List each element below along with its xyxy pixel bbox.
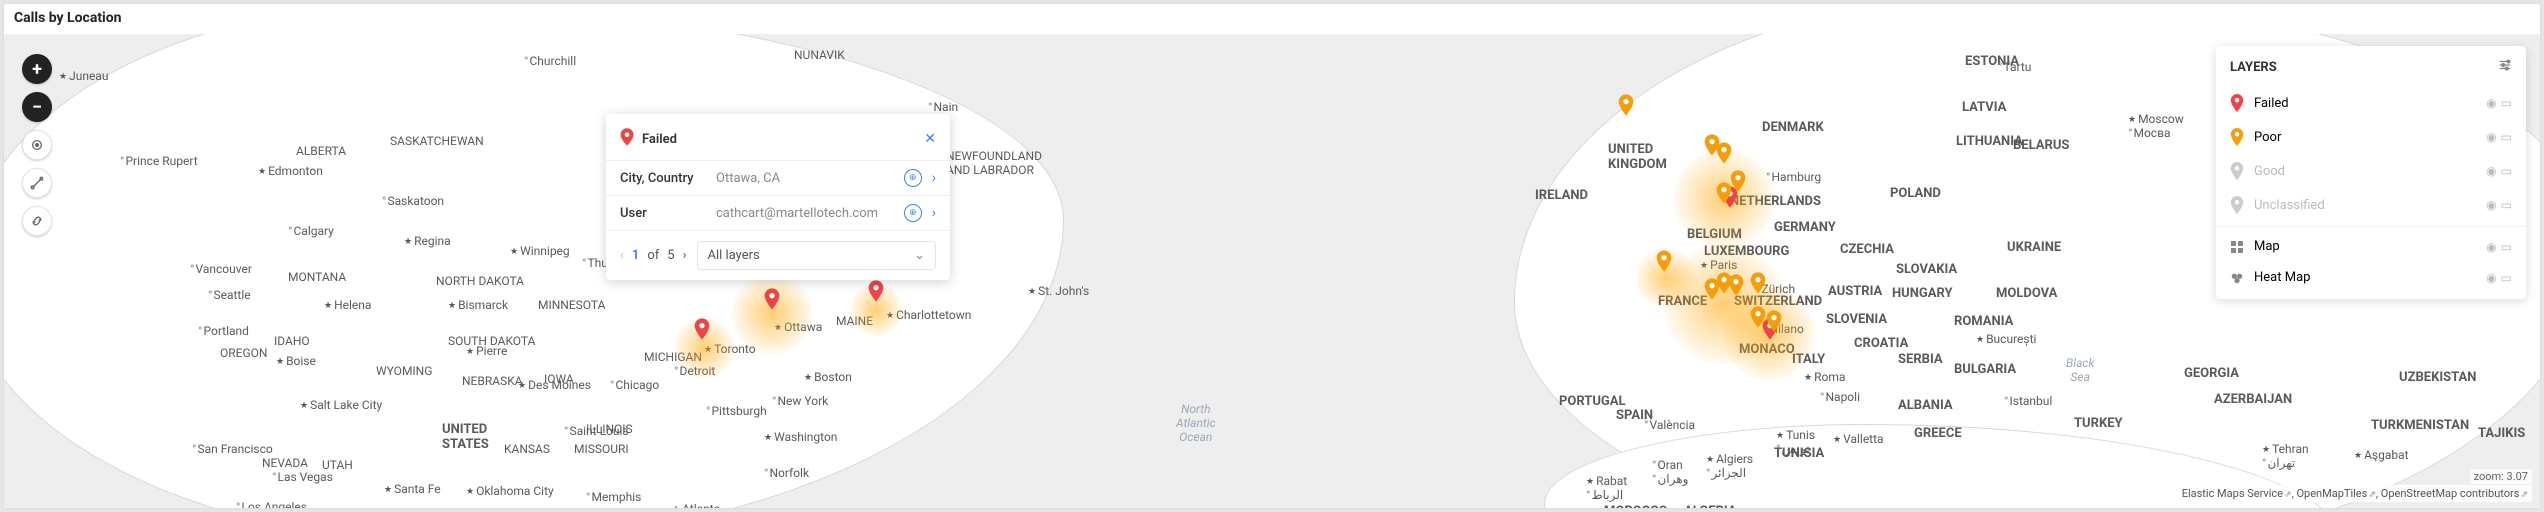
map-marker[interactable] bbox=[1750, 272, 1766, 294]
panel-title: Calls by Location bbox=[14, 10, 122, 26]
layer-visibility-toggle[interactable]: ◉ bbox=[2486, 271, 2496, 285]
map-marker[interactable] bbox=[764, 288, 780, 310]
map-marker[interactable] bbox=[1728, 274, 1744, 296]
filter-for-value-button[interactable]: ⊕ bbox=[904, 204, 922, 222]
layer-edit-button[interactable]: ▭ bbox=[2501, 96, 2512, 110]
expand-city-button[interactable]: › bbox=[932, 170, 936, 186]
popup-row-value: cathcart@martellotech.com bbox=[716, 206, 904, 221]
sea-label: NorthAtlanticOcean bbox=[1176, 402, 1216, 444]
layer-edit-button[interactable]: ▭ bbox=[2501, 130, 2512, 144]
pager-total: 5 bbox=[667, 248, 674, 263]
layers-title: LAYERS bbox=[2230, 60, 2277, 75]
popup-close-button[interactable]: ✕ bbox=[924, 131, 936, 147]
layer-visibility-toggle[interactable]: ◉ bbox=[2486, 130, 2496, 144]
popup-title: Failed bbox=[642, 132, 924, 147]
link-tool-button[interactable] bbox=[22, 206, 52, 236]
map-marker[interactable] bbox=[1730, 170, 1746, 192]
filter-for-value-button[interactable]: ⊕ bbox=[904, 169, 922, 187]
layer-filter-value: All layers bbox=[708, 248, 760, 263]
map-marker[interactable] bbox=[1618, 94, 1634, 116]
layer-visibility-toggle[interactable]: ◉ bbox=[2486, 96, 2496, 110]
layer-row[interactable]: Good ◉ ▭ bbox=[2216, 154, 2526, 188]
fit-bounds-button[interactable] bbox=[22, 130, 52, 160]
expand-user-button[interactable]: › bbox=[932, 205, 936, 221]
map-tools: + − bbox=[22, 54, 52, 236]
attribution-link[interactable]: Elastic Maps Service bbox=[2182, 487, 2283, 500]
layer-edit-button[interactable]: ▭ bbox=[2501, 198, 2512, 212]
attribution-link[interactable]: OpenStreetMap contributors bbox=[2381, 487, 2520, 500]
layer-pin-icon bbox=[2230, 128, 2244, 146]
base-layer-label: Heat Map bbox=[2254, 270, 2476, 285]
layer-row[interactable]: Poor ◉ ▭ bbox=[2216, 120, 2526, 154]
popup-row-label: City, Country bbox=[620, 171, 716, 186]
popup-row-value: Ottawa, CA bbox=[716, 171, 904, 186]
layer-edit-button[interactable]: ▭ bbox=[2501, 164, 2512, 178]
layer-visibility-toggle[interactable]: ◉ bbox=[2486, 240, 2496, 254]
layer-label: Good bbox=[2254, 164, 2476, 179]
layer-filter-select[interactable]: All layers ⌄ bbox=[697, 241, 937, 270]
layer-label: Unclassified bbox=[2254, 198, 2476, 213]
layer-edit-button[interactable]: ▭ bbox=[2501, 271, 2512, 285]
layer-pin-icon bbox=[2230, 162, 2244, 180]
base-layer-label: Map bbox=[2254, 239, 2476, 254]
chevron-down-icon: ⌄ bbox=[914, 248, 925, 263]
pager-prev-button[interactable]: ‹ bbox=[620, 248, 624, 263]
layer-label: Poor bbox=[2254, 130, 2476, 145]
map-marker[interactable] bbox=[1716, 142, 1732, 164]
layer-pin-icon bbox=[2230, 94, 2244, 112]
pager-current: 1 bbox=[632, 248, 639, 263]
cluster-icon bbox=[2230, 271, 2244, 285]
measure-tool-button[interactable] bbox=[22, 168, 52, 198]
zoom-indicator: zoom: 3.07 bbox=[2470, 469, 2532, 484]
layer-pin-icon bbox=[2230, 196, 2244, 214]
layer-row[interactable]: Failed ◉ ▭ bbox=[2216, 86, 2526, 120]
pager-next-button[interactable]: › bbox=[683, 248, 687, 263]
map-attribution: Elastic Maps Service⇗, OpenMapTiles⇗, Op… bbox=[2178, 485, 2532, 502]
base-layer-row[interactable]: Heat Map ◉ ▭ bbox=[2216, 262, 2526, 293]
map-marker[interactable] bbox=[1750, 306, 1766, 328]
map-marker[interactable] bbox=[1716, 182, 1732, 204]
calls-by-location-panel: Calls by Location UNITEDSTATESNUNAVIKALB… bbox=[4, 4, 2540, 508]
base-layer-row[interactable]: Map ◉ ▭ bbox=[2216, 231, 2526, 262]
popup-row-user: User cathcart@martellotech.com ⊕ › bbox=[606, 195, 950, 230]
map-marker[interactable] bbox=[1656, 250, 1672, 272]
layer-row[interactable]: Unclassified ◉ ▭ bbox=[2216, 188, 2526, 222]
map-marker[interactable] bbox=[694, 318, 710, 340]
zoom-in-button[interactable]: + bbox=[22, 54, 52, 84]
zoom-out-button[interactable]: − bbox=[22, 92, 52, 122]
layer-label: Failed bbox=[2254, 96, 2476, 111]
map-marker[interactable] bbox=[1766, 310, 1782, 332]
layers-panel: LAYERS Failed ◉ ▭ Poor ◉ ▭ Good ◉ ▭ Unclassified ◉… bbox=[2216, 46, 2526, 299]
layer-edit-button[interactable]: ▭ bbox=[2501, 240, 2512, 254]
popup-row-label: User bbox=[620, 206, 716, 221]
grid-icon bbox=[2230, 240, 2244, 254]
attribution-link[interactable]: OpenMapTiles bbox=[2296, 487, 2367, 500]
pager-of-label: of bbox=[647, 248, 659, 263]
layer-visibility-toggle[interactable]: ◉ bbox=[2486, 198, 2496, 212]
layers-settings-icon[interactable] bbox=[2498, 58, 2512, 76]
map-marker[interactable] bbox=[868, 280, 884, 302]
feature-popup: Failed ✕ City, Country Ottawa, CA ⊕ › Us… bbox=[606, 114, 950, 280]
popup-pager: ‹ 1 of 5 › bbox=[620, 248, 687, 263]
popup-row-city: City, Country Ottawa, CA ⊕ › bbox=[606, 160, 950, 195]
popup-pin-icon bbox=[620, 128, 634, 150]
layer-visibility-toggle[interactable]: ◉ bbox=[2486, 164, 2496, 178]
map-canvas[interactable]: UNITEDSTATESNUNAVIKALBERTASASKATCHEWANMO… bbox=[4, 34, 2540, 508]
